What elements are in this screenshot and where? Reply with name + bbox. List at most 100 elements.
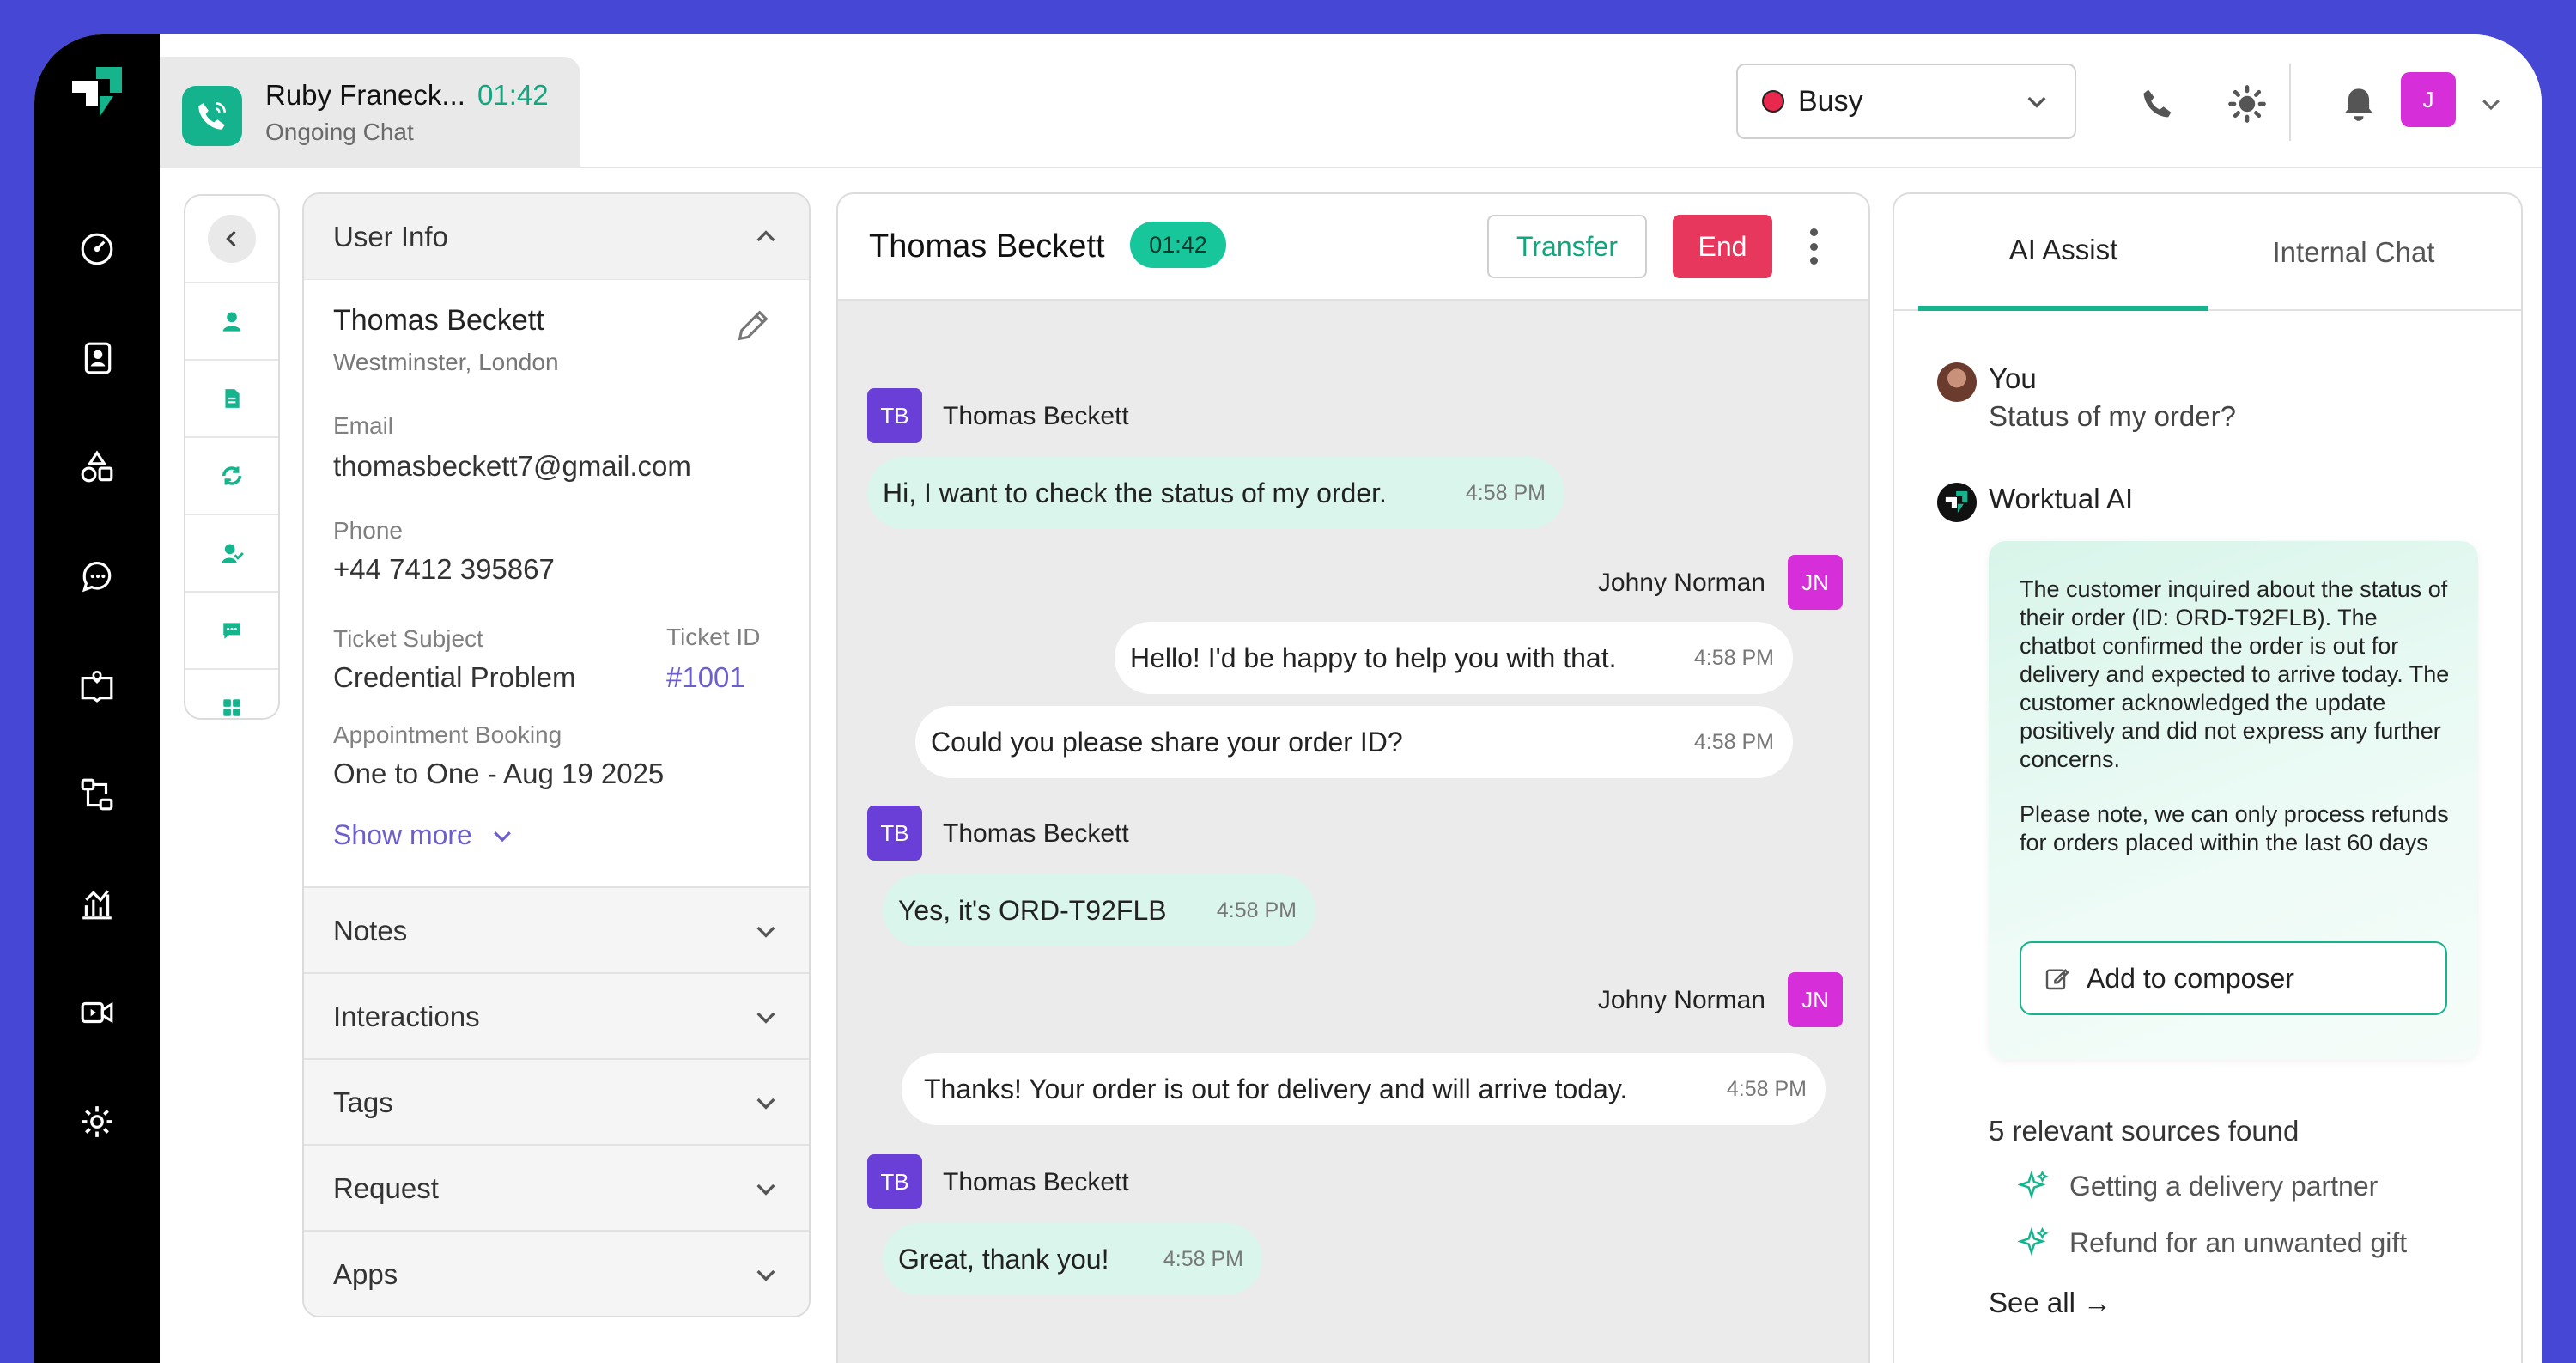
add-to-composer-button[interactable]: Add to composer <box>2020 941 2447 1015</box>
chat-bubble-icon[interactable] <box>74 553 120 599</box>
avatar-jn: JN <box>1788 555 1843 610</box>
video-icon[interactable] <box>74 989 120 1036</box>
chevron-down-icon <box>493 831 511 842</box>
ticket-id-link[interactable]: #1001 <box>666 661 745 694</box>
shapes-icon[interactable] <box>74 444 120 490</box>
section-label: Request <box>333 1172 439 1204</box>
message-text: Hello! I'd be happy to help you with tha… <box>1130 642 1617 673</box>
user-check-icon[interactable] <box>185 514 278 591</box>
edit-note-icon <box>2045 968 2069 990</box>
sender-name: Johny Norman <box>1597 986 1765 1014</box>
active-chat-tab[interactable]: Ruby Franeck... 01:42 Ongoing Chat <box>160 57 580 168</box>
phone-label: Phone <box>333 517 403 544</box>
see-all-link[interactable]: See all → <box>1989 1287 2111 1319</box>
chat-contact-name: Thomas Beckett <box>869 228 1105 265</box>
message-icon[interactable] <box>185 591 278 668</box>
active-chat-name: Ruby Franeck... <box>265 79 465 111</box>
tags-section[interactable]: Tags <box>304 1058 809 1146</box>
section-label: Notes <box>333 915 408 946</box>
section-label: Interactions <box>333 1001 480 1032</box>
active-chat-status: Ongoing Chat <box>265 119 414 145</box>
workflow-icon[interactable] <box>74 771 120 818</box>
ai-label: Worktual AI <box>1989 483 2134 514</box>
edit-pencil-icon[interactable] <box>733 306 773 350</box>
logo-icon[interactable] <box>70 65 125 120</box>
chat-timer-badge: 01:42 <box>1130 222 1226 268</box>
ai-summary-card: The customer inquired about the status o… <box>1989 541 2478 1060</box>
you-question: Status of my order? <box>1989 400 2236 432</box>
show-more-link[interactable]: Show more <box>333 819 515 851</box>
workspace: User Info Thomas Beckett Westminster, Lo… <box>160 170 2542 1363</box>
ai-assist-panel: AI Assist Internal Chat You Status of my… <box>1893 192 2523 1363</box>
message-time: 4:58 PM <box>1693 729 1774 754</box>
more-options-icon[interactable] <box>1796 225 1831 268</box>
notification-bell-icon[interactable] <box>2337 82 2380 125</box>
sender-name: Thomas Beckett <box>943 1168 1129 1196</box>
busy-status-dot <box>1762 90 1784 113</box>
email-label: Email <box>333 412 394 439</box>
settings-gear-icon[interactable] <box>74 1098 120 1145</box>
request-section[interactable]: Request <box>304 1144 809 1232</box>
appointment-value: One to One - Aug 19 2025 <box>333 758 665 789</box>
message-time: 4:58 PM <box>1465 480 1546 505</box>
ai-refund-note: Please note, we can only process refunds… <box>2020 801 2449 855</box>
avatar-jn: JN <box>1788 972 1843 1027</box>
agent-status-label: Busy <box>1798 84 1863 118</box>
sparkle-icon <box>2018 1226 2049 1257</box>
source-item[interactable]: Getting a delivery partner <box>2018 1170 2378 1202</box>
knowledge-book-icon[interactable] <box>74 662 120 709</box>
end-chat-button[interactable]: End <box>1673 215 1772 278</box>
phone-value: +44 7412 395867 <box>333 553 555 585</box>
user-profile-icon[interactable] <box>185 282 278 359</box>
section-label: Apps <box>333 1258 398 1290</box>
apps-section[interactable]: Apps <box>304 1230 809 1316</box>
message-time: 4:58 PM <box>1693 645 1774 670</box>
agent-status-select[interactable]: Busy <box>1736 64 2076 139</box>
avatar-tb: TB <box>867 388 922 443</box>
sender-name: Thomas Beckett <box>943 402 1129 430</box>
ai-panel-tabs: AI Assist Internal Chat <box>1894 194 2521 311</box>
chevron-down-icon <box>756 1098 775 1110</box>
chevron-down-icon <box>756 1183 775 1196</box>
user-info-title: User Info <box>333 220 448 253</box>
message-text: Could you please share your order ID? <box>931 726 1403 758</box>
message-time: 4:58 PM <box>1726 1076 1807 1101</box>
you-label: You <box>1989 362 2037 394</box>
phone-icon[interactable] <box>2136 82 2179 125</box>
chevron-down-icon <box>756 1269 775 1281</box>
message-bubble: Hi, I want to check the status of my ord… <box>867 457 1564 529</box>
notes-section[interactable]: Notes <box>304 886 809 974</box>
add-to-composer-label: Add to composer <box>2087 962 2294 994</box>
message-bubble: Could you please share your order ID? 4:… <box>915 706 1793 778</box>
user-info-header[interactable]: User Info <box>304 194 809 280</box>
appointment-label: Appointment Booking <box>333 721 562 748</box>
message-time: 4:58 PM <box>1216 898 1297 922</box>
sync-icon[interactable] <box>185 436 278 514</box>
chevron-left-icon[interactable] <box>208 215 256 263</box>
brightness-icon[interactable] <box>2226 82 2269 125</box>
user-avatar[interactable]: J <box>2401 72 2456 127</box>
top-bar: Ruby Franeck... 01:42 Ongoing Chat Busy … <box>160 34 2542 168</box>
source-label: Refund for an unwanted gift <box>2069 1226 2408 1258</box>
app-window: Ruby Franeck... 01:42 Ongoing Chat Busy … <box>34 34 2542 1363</box>
document-icon[interactable] <box>185 359 278 436</box>
message-bubble: Great, thank you! 4:58 PM <box>883 1223 1262 1295</box>
chevron-down-icon[interactable] <box>2470 82 2512 125</box>
apps-grid-icon[interactable] <box>185 668 278 718</box>
source-item[interactable]: Refund for an unwanted gift <box>2018 1226 2407 1259</box>
chat-header: Thomas Beckett 01:42 Transfer End <box>838 194 1868 301</box>
ticket-subject-value: Credential Problem <box>333 661 576 693</box>
transfer-button[interactable]: Transfer <box>1487 215 1647 278</box>
tab-internal-chat[interactable]: Internal Chat <box>2208 194 2499 311</box>
avatar-tb: TB <box>867 1154 922 1209</box>
phone-call-icon <box>182 86 242 146</box>
chat-panel: Thomas Beckett 01:42 Transfer End TB Tho… <box>836 192 1870 1363</box>
interactions-section[interactable]: Interactions <box>304 972 809 1060</box>
tab-ai-assist[interactable]: AI Assist <box>1918 194 2208 311</box>
chevron-up-icon <box>756 229 775 241</box>
contacts-icon[interactable] <box>74 335 120 381</box>
source-label: Getting a delivery partner <box>2069 1170 2379 1202</box>
analytics-icon[interactable] <box>74 880 120 927</box>
dashboard-gauge-icon[interactable] <box>74 226 120 272</box>
message-time: 4:58 PM <box>1163 1246 1243 1271</box>
